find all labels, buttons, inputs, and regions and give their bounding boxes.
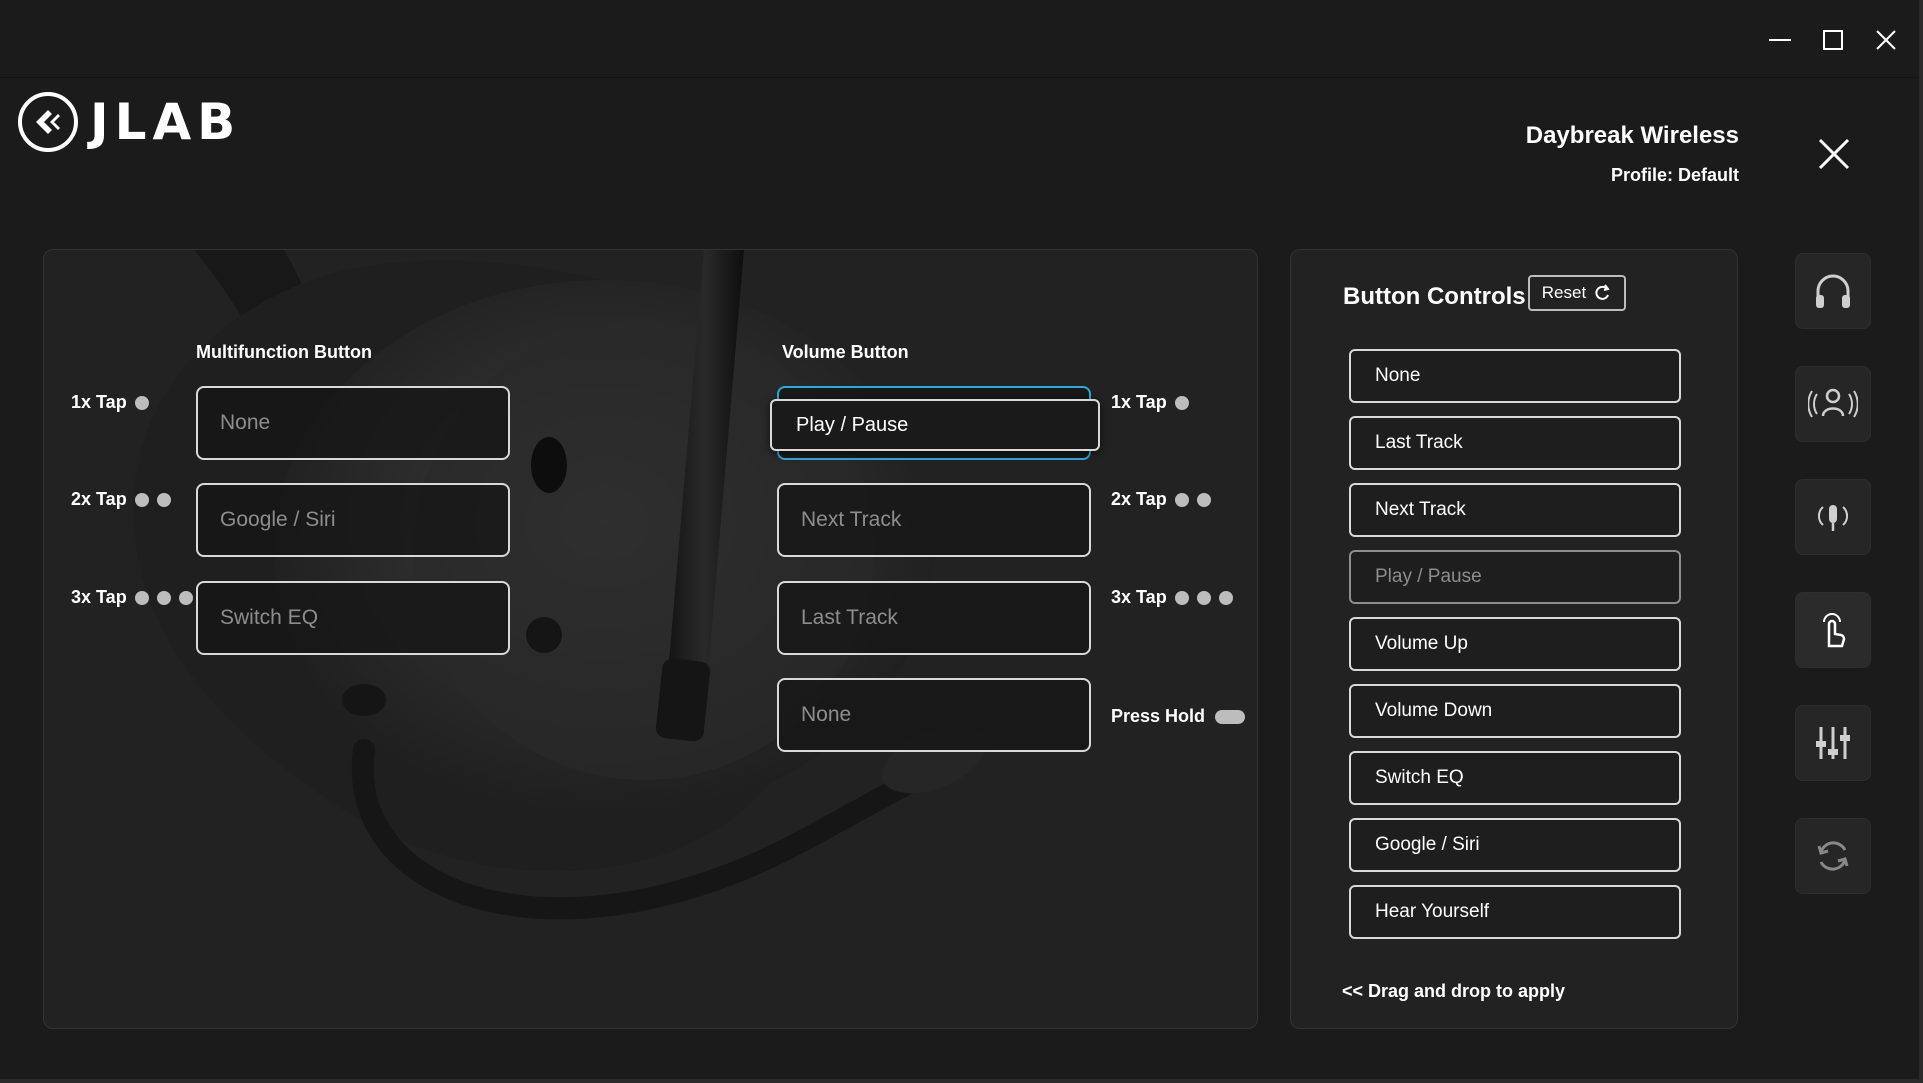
minimize-button[interactable] xyxy=(1762,22,1798,58)
profile-label: Profile: xyxy=(1610,165,1673,185)
button-controls-title: Button Controls xyxy=(1343,283,1526,310)
tap-dot xyxy=(1196,492,1211,507)
action-volume-down[interactable]: Volume Down xyxy=(1349,684,1681,738)
multifunction-button-title: Multifunction Button xyxy=(196,342,372,362)
mf-tap-2-label: 2x Tap xyxy=(71,489,171,510)
nav-touch-controls[interactable] xyxy=(1795,592,1871,668)
volume-button-title: Volume Button xyxy=(782,342,909,362)
mf-tap-3-slot[interactable]: Switch EQ xyxy=(196,581,510,655)
noise-control-icon xyxy=(1808,388,1858,418)
update-icon xyxy=(1817,841,1849,871)
tap-dot xyxy=(178,590,193,605)
tap-dot xyxy=(134,395,149,410)
press-hold-indicator xyxy=(1215,709,1246,724)
action-hear-yourself[interactable]: Hear Yourself xyxy=(1349,885,1681,939)
vol-press-hold-label: Press Hold xyxy=(1111,706,1246,727)
action-next-track[interactable]: Next Track xyxy=(1349,483,1681,537)
vol-tap-2-slot[interactable]: Next Track xyxy=(777,483,1091,557)
action-none[interactable]: None xyxy=(1349,349,1681,403)
close-icon xyxy=(1818,138,1850,170)
vol-tap-2-label: 2x Tap xyxy=(1111,489,1211,510)
touch-gesture-icon xyxy=(1823,613,1846,648)
minimize-icon xyxy=(1769,39,1791,41)
window-edge xyxy=(1919,0,1923,1083)
tap-dot xyxy=(1174,590,1189,605)
tap-dot xyxy=(1174,492,1189,507)
action-list: None Last Track Next Track Play / Pause … xyxy=(1349,349,1681,952)
nav-microphone[interactable] xyxy=(1795,479,1871,555)
equalizer-icon xyxy=(1816,727,1850,759)
close-icon xyxy=(1876,30,1896,50)
tap-dot xyxy=(134,492,149,507)
profile-value: Default xyxy=(1677,165,1739,185)
device-name: Daybreak Wireless xyxy=(1525,122,1739,149)
microphone-icon xyxy=(1817,505,1849,531)
logo-mark-icon xyxy=(18,92,78,152)
action-last-track[interactable]: Last Track xyxy=(1349,416,1681,470)
headphones-icon xyxy=(1816,274,1850,308)
dragging-action-chip[interactable]: Play / Pause xyxy=(770,399,1100,451)
vol-press-hold-slot[interactable]: None xyxy=(777,678,1091,752)
tap-dot xyxy=(1196,590,1211,605)
action-google-siri[interactable]: Google / Siri xyxy=(1349,818,1681,872)
window-close-button[interactable] xyxy=(1868,22,1904,58)
mf-tap-1-slot[interactable]: None xyxy=(196,386,510,460)
button-mapping-panel: Multifunction Button Volume Button 1x Ta… xyxy=(43,249,1258,1029)
nav-headphones[interactable] xyxy=(1795,253,1871,329)
action-play-pause[interactable]: Play / Pause xyxy=(1349,550,1681,604)
refresh-icon xyxy=(1595,284,1610,300)
tap-dot xyxy=(156,590,171,605)
tap-dot xyxy=(156,492,171,507)
window-edge xyxy=(0,1079,1923,1083)
vol-tap-1-label: 1x Tap xyxy=(1111,392,1189,413)
button-controls-panel: Button Controls Reset None Last Track Ne… xyxy=(1290,249,1738,1029)
reset-button[interactable]: Reset xyxy=(1528,275,1626,311)
maximize-icon xyxy=(1823,30,1843,50)
vol-tap-3-slot[interactable]: Last Track xyxy=(777,581,1091,655)
nav-update[interactable] xyxy=(1795,818,1871,894)
logo-text: JLAB xyxy=(90,93,242,151)
action-volume-up[interactable]: Volume Up xyxy=(1349,617,1681,671)
nav-noise-control[interactable] xyxy=(1795,366,1871,442)
profile-indicator: Profile: Default xyxy=(1611,165,1739,186)
maximize-button[interactable] xyxy=(1815,22,1851,58)
close-device-button[interactable] xyxy=(1814,134,1854,174)
action-switch-eq[interactable]: Switch EQ xyxy=(1349,751,1681,805)
mf-tap-1-label: 1x Tap xyxy=(71,392,149,413)
side-nav xyxy=(1795,253,1871,931)
jlab-logo: JLAB xyxy=(18,92,241,152)
mf-tap-3-label: 3x Tap xyxy=(71,587,193,608)
mf-tap-2-slot[interactable]: Google / Siri xyxy=(196,483,510,557)
tap-dot xyxy=(1218,590,1233,605)
window-titlebar xyxy=(0,0,1923,78)
drag-drop-hint: << Drag and drop to apply xyxy=(1342,981,1566,1001)
vol-tap-3-label: 3x Tap xyxy=(1111,587,1233,608)
tap-dot xyxy=(1174,395,1189,410)
tap-dot xyxy=(134,590,149,605)
nav-equalizer[interactable] xyxy=(1795,705,1871,781)
